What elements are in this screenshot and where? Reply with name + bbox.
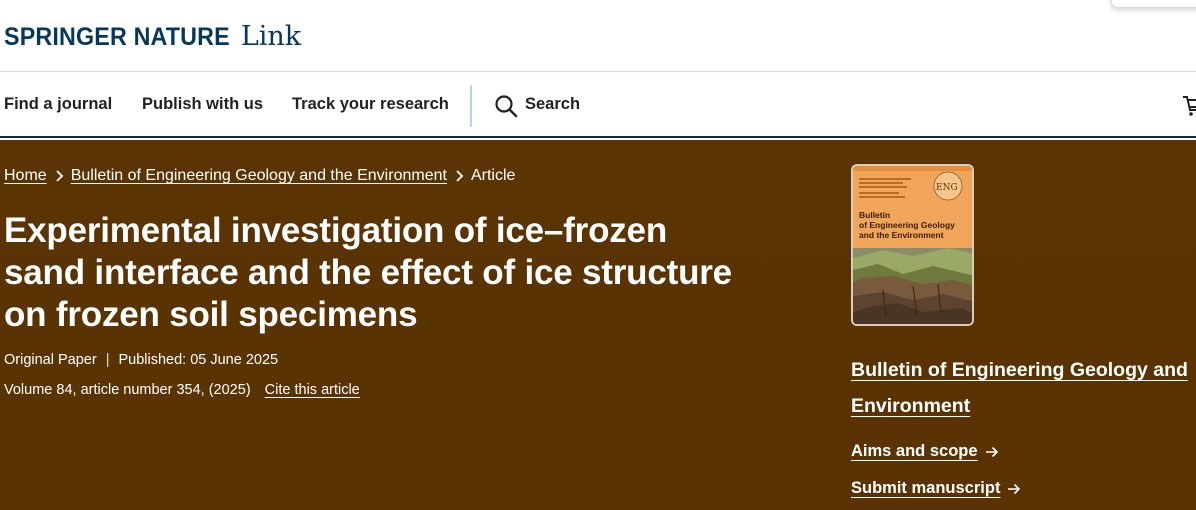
article-hero: Home Bulletin of Engineering Geology and… (0, 140, 1196, 510)
journal-cover-image[interactable]: ENG Bulletin of Engineering Geology and … (851, 164, 974, 326)
cover-logo-text: ENG (936, 183, 958, 193)
submit-manuscript-link[interactable]: Submit manuscript (851, 479, 1022, 498)
journal-title: Bulletin of Engineering Geology and Envi… (851, 352, 1196, 424)
nav-divider (470, 85, 472, 127)
nav-track-your-research[interactable]: Track your research (292, 95, 449, 114)
logo-bar: SPRINGER NATURE Link (0, 0, 1196, 72)
nav-search-label[interactable]: Search (525, 95, 580, 114)
meta-separator: | (105, 352, 110, 368)
arrow-right-icon (1008, 483, 1021, 494)
journal-title-link[interactable]: Environment (851, 395, 970, 417)
cover-title-line: Bulletin (859, 210, 890, 220)
article-title-line: Experimental investigation of ice–frozen (4, 211, 667, 250)
submit-manuscript-label: Submit manuscript (851, 479, 1001, 497)
journal-title-link[interactable]: Bulletin of Engineering Geology and (851, 359, 1188, 381)
aims-and-scope-link[interactable]: Aims and scope (851, 442, 1000, 461)
volume-info: Volume 84, article number 354, (2025) (4, 382, 251, 398)
search-icon[interactable] (494, 94, 518, 118)
breadcrumb-current: Article (470, 167, 516, 184)
breadcrumb-journal[interactable]: Bulletin of Engineering Geology and the … (71, 167, 447, 185)
logo-brand-text: SPRINGER NATURE (4, 23, 230, 51)
breadcrumb: Home Bulletin of Engineering Geology and… (4, 167, 515, 185)
chevron-right-icon (56, 170, 63, 182)
nav-find-a-journal[interactable]: Find a journal (4, 95, 112, 114)
article-title: Experimental investigation of ice–frozen… (4, 210, 804, 336)
springer-nature-link-logo[interactable]: SPRINGER NATURE Link (4, 21, 301, 53)
nav-publish-with-us[interactable]: Publish with us (142, 95, 263, 114)
arrow-right-icon (985, 446, 998, 457)
chevron-right-icon (456, 170, 464, 182)
published-date: Published: 05 June 2025 (118, 352, 279, 368)
cart-icon[interactable] (1181, 93, 1196, 119)
article-title-line: sand interface and the effect of ice str… (4, 253, 732, 292)
article-volume-row: Volume 84, article number 354, (2025) Cit… (4, 382, 360, 398)
article-type: Original Paper (4, 352, 97, 368)
article-meta: Original Paper | Published: 05 June 2025 (4, 352, 278, 368)
logo-product-text: Link (240, 21, 302, 52)
main-nav: Find a journal Publish with us Track you… (0, 73, 1196, 138)
aims-and-scope-label: Aims and scope (851, 442, 978, 460)
breadcrumb-home[interactable]: Home (4, 167, 47, 185)
article-title-line: on frozen soil specimens (4, 295, 418, 334)
journal-cover-art: ENG Bulletin of Engineering Geology and … (853, 166, 972, 324)
cite-this-article-link[interactable]: Cite this article (265, 382, 360, 398)
cover-title-line: and the Environment (859, 230, 944, 240)
cover-title-line: of Engineering Geology (859, 220, 955, 230)
